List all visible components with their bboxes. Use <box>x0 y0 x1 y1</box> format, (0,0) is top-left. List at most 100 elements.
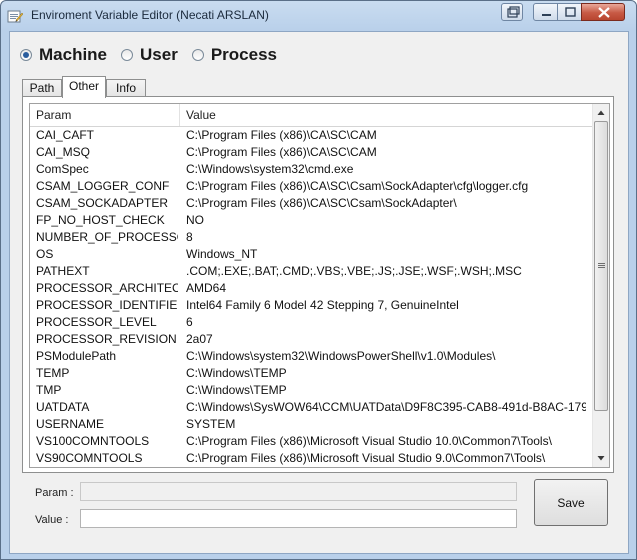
radio-machine-label: Machine <box>39 45 108 64</box>
scroll-up-arrow-icon[interactable] <box>593 104 609 121</box>
radio-machine[interactable]: Machine <box>20 45 107 65</box>
row-value: 8 <box>186 230 193 244</box>
row-param: TMP <box>36 383 62 397</box>
column-header-param[interactable]: Param <box>30 104 180 126</box>
scroll-down-arrow-icon[interactable] <box>593 450 609 467</box>
value-label: Value : <box>35 514 69 526</box>
tab-other[interactable]: Other <box>62 76 106 98</box>
row-param: CAI_CAFT <box>36 128 95 142</box>
row-param: TEMP <box>36 366 70 380</box>
variables-list[interactable]: Param Value CAI_CAFT C:\Program Files (x8… <box>29 103 610 468</box>
list-row[interactable]: VS100COMNTOOLS C:\Program Files (x86)\Mic… <box>30 433 593 450</box>
list-row[interactable]: PROCESSOR_IDENTIFIER Intel64 Family 6 Mod… <box>30 297 593 314</box>
row-param: VS90COMNTOOLS <box>36 451 143 465</box>
row-param: PATHEXT <box>36 264 90 278</box>
row-value: .COM;.EXE;.BAT;.CMD;.VBS;.VBE;.JS;.JSE;.… <box>186 264 522 278</box>
row-param: OS <box>36 247 54 261</box>
row-param: CSAM_SOCKADAPTER <box>36 196 169 210</box>
minimize-icon <box>542 14 551 16</box>
minimize-button[interactable] <box>533 3 558 21</box>
param-label: Param : <box>35 487 74 499</box>
grip-line-icon <box>598 263 605 264</box>
row-value: C:\Program Files (x86)\CA\SC\CAM <box>186 145 377 159</box>
app-editor-icon <box>7 10 23 23</box>
list-row[interactable]: VS90COMNTOOLS C:\Program Files (x86)\Micr… <box>30 450 593 467</box>
list-header: Param Value <box>30 104 593 127</box>
maximize-button[interactable] <box>557 3 582 21</box>
close-button[interactable] <box>581 3 625 21</box>
row-param: ComSpec <box>36 162 89 176</box>
row-value: C:\Program Files (x86)\CA\SC\Csam\SockAd… <box>186 179 529 193</box>
list-row[interactable]: TEMP C:\Windows\TEMP <box>30 365 593 382</box>
radio-user-indicator[interactable] <box>121 49 134 61</box>
list-row[interactable]: CAI_MSQ C:\Program Files (x86)\CA\SC\CAM <box>30 144 593 161</box>
list-row[interactable]: OS Windows_NT <box>30 246 593 263</box>
row-param: USERNAME <box>36 417 105 431</box>
radio-process[interactable]: Process <box>191 45 278 65</box>
list-row[interactable]: CSAM_LOGGER_CONF C:\Program Files (x86)\C… <box>30 178 593 195</box>
list-rows: CAI_CAFT C:\Program Files (x86)\CA\SC\CAM… <box>30 127 593 467</box>
radio-user[interactable]: User <box>121 45 178 65</box>
scope-radio-group: Machine User Process <box>20 45 291 65</box>
vertical-scrollbar[interactable] <box>592 104 609 467</box>
restore-button[interactable] <box>501 3 523 21</box>
row-value: Intel64 Family 6 Model 42 Stepping 7, Ge… <box>186 298 459 312</box>
row-param: VS100COMNTOOLS <box>36 434 150 448</box>
row-value: SYSTEM <box>186 417 236 431</box>
save-button[interactable]: Save <box>534 479 608 526</box>
column-header-value[interactable]: Value <box>180 104 593 126</box>
row-param: FP_NO_HOST_CHECK <box>36 213 165 227</box>
list-row[interactable]: PATHEXT .COM;.EXE;.BAT;.CMD;.VBS;.VBE;.JS… <box>30 263 593 280</box>
tab-path[interactable]: Path <box>22 79 62 97</box>
list-row[interactable]: FP_NO_HOST_CHECK NO <box>30 212 593 229</box>
row-param: PROCESSOR_ARCHITEC... <box>36 281 178 295</box>
row-value: C:\Program Files (x86)\CA\SC\Csam\SockAd… <box>186 196 457 210</box>
tab-panel-other: Param Value CAI_CAFT C:\Program Files (x8… <box>22 96 614 473</box>
row-param: PROCESSOR_IDENTIFIER <box>36 298 178 312</box>
radio-process-indicator[interactable] <box>191 49 204 61</box>
row-value: C:\Windows\SysWOW64\CCM\UATData\D9F8C395… <box>186 400 586 414</box>
list-row[interactable]: UATDATA C:\Windows\SysWOW64\CCM\UATData\D… <box>30 399 593 416</box>
row-value: C:\Windows\TEMP <box>186 366 287 380</box>
row-value: C:\Program Files (x86)\Microsoft Visual … <box>186 451 546 465</box>
list-row[interactable]: PROCESSOR_ARCHITEC... AMD64 <box>30 280 593 297</box>
list-row[interactable]: NUMBER_OF_PROCESSO... 8 <box>30 229 593 246</box>
maximize-icon <box>565 7 576 17</box>
title-bar[interactable]: Enviroment Variable Editor (Necati ARSLA… <box>1 1 636 31</box>
radio-user-label: User <box>140 45 178 64</box>
row-value: C:\Program Files (x86)\Microsoft Visual … <box>186 434 552 448</box>
main-window: Enviroment Variable Editor (Necati ARSLA… <box>0 0 637 560</box>
restore-icon <box>507 6 520 18</box>
list-row[interactable]: TMP C:\Windows\TEMP <box>30 382 593 399</box>
row-param: NUMBER_OF_PROCESSO... <box>36 230 178 244</box>
row-value: C:\Windows\TEMP <box>186 383 287 397</box>
radio-process-label: Process <box>210 45 278 64</box>
grip-line-icon <box>598 267 605 268</box>
row-param: PSModulePath <box>36 349 117 363</box>
list-row[interactable]: USERNAME SYSTEM <box>30 416 593 433</box>
close-icon <box>598 7 610 18</box>
list-row[interactable]: PROCESSOR_LEVEL 6 <box>30 314 593 331</box>
row-param: PROCESSOR_LEVEL <box>36 315 157 329</box>
scrollbar-thumb[interactable] <box>594 121 608 411</box>
list-row[interactable]: ComSpec C:\Windows\system32\cmd.exe <box>30 161 593 178</box>
row-value: C:\Windows\system32\cmd.exe <box>186 162 354 176</box>
param-input[interactable] <box>80 482 517 501</box>
row-value: NO <box>186 213 204 227</box>
row-param: CSAM_LOGGER_CONF <box>36 179 170 193</box>
row-param: CAI_MSQ <box>36 145 91 159</box>
tab-info[interactable]: Info <box>106 79 146 97</box>
list-row[interactable]: CSAM_SOCKADAPTER C:\Program Files (x86)\C… <box>30 195 593 212</box>
value-input[interactable] <box>80 509 517 528</box>
row-value: Windows_NT <box>186 247 258 261</box>
radio-machine-indicator[interactable] <box>20 49 32 61</box>
row-value: C:\Windows\system32\WindowsPowerShell\v1… <box>186 349 496 363</box>
list-row[interactable]: CAI_CAFT C:\Program Files (x86)\CA\SC\CAM <box>30 127 593 144</box>
list-row[interactable]: PROCESSOR_REVISION 2a07 <box>30 331 593 348</box>
list-row[interactable]: PSModulePath C:\Windows\system32\WindowsP… <box>30 348 593 365</box>
row-param: UATDATA <box>36 400 90 414</box>
window-title: Enviroment Variable Editor (Necati ARSLA… <box>31 8 269 22</box>
row-value: C:\Program Files (x86)\CA\SC\CAM <box>186 128 377 142</box>
row-value: AMD64 <box>186 281 227 295</box>
client-area: Machine User Process Path Other Info Par… <box>9 31 629 554</box>
